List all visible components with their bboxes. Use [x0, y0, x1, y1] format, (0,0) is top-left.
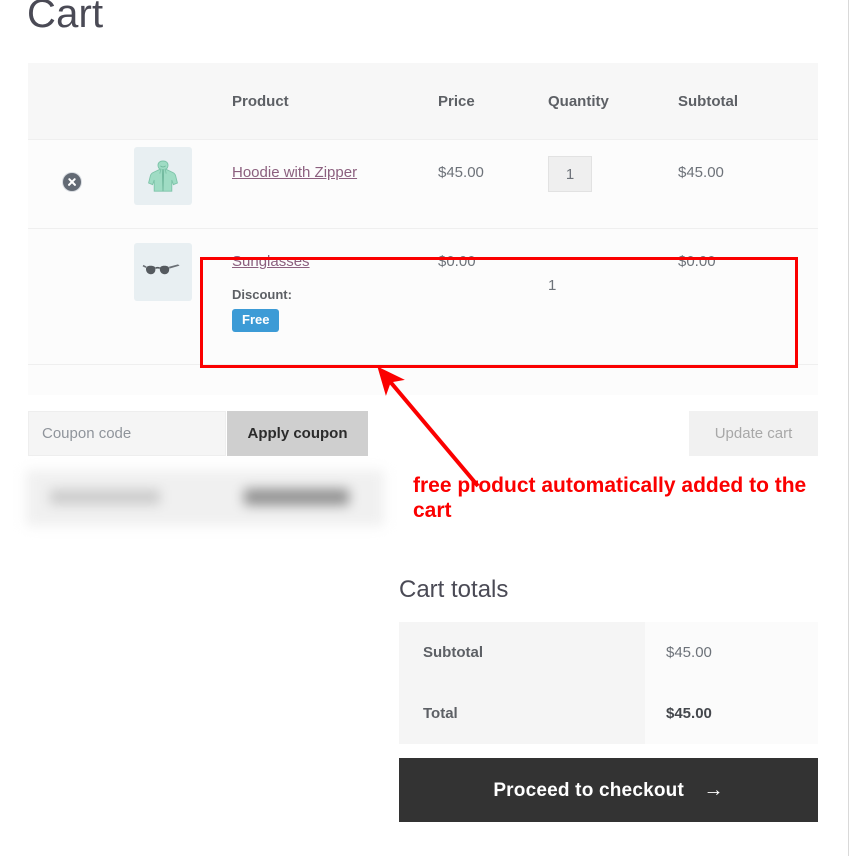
totals-value-total: $45.00 — [645, 683, 818, 744]
redacted-text-left — [50, 490, 160, 504]
hoodie-thumbnail[interactable] — [134, 147, 192, 205]
apply-coupon-button[interactable]: Apply coupon — [227, 411, 368, 456]
sunglasses-thumbnail[interactable] — [134, 243, 192, 301]
cell-quantity: 1 — [548, 139, 678, 229]
cart-table: Product Price Quantity Subtotal Hoodie w… — [28, 63, 818, 395]
table-row: Hoodie with Zipper $45.00 1 $45.00 — [28, 139, 818, 229]
price-value: $0.00 — [438, 253, 476, 270]
annotation-text: free product automatically added to the … — [413, 474, 807, 523]
checkout-button-label: Proceed to checkout — [493, 779, 684, 801]
coupon-code-input[interactable] — [28, 411, 226, 456]
cart-totals-table: Subtotal $45.00 Total $45.00 — [399, 622, 818, 744]
remove-circle-x-icon[interactable] — [63, 173, 81, 191]
cell-thumbnail — [110, 228, 232, 365]
price-value: $45.00 — [438, 164, 484, 181]
totals-label-total: Total — [399, 683, 645, 744]
cell-subtotal: $0.00 — [678, 228, 818, 365]
page-title: Cart — [27, 0, 104, 36]
arrow-right-icon: → — [703, 778, 724, 801]
totals-row-total: Total $45.00 — [399, 683, 818, 744]
totals-value-subtotal: $45.00 — [645, 622, 818, 683]
cart-table-header-row: Product Price Quantity Subtotal — [28, 63, 818, 140]
cell-remove — [28, 139, 110, 229]
coupon-row-cell — [28, 364, 818, 395]
subtotal-value: $0.00 — [678, 253, 716, 270]
cell-subtotal: $45.00 — [678, 139, 818, 229]
quantity-value: 1 — [548, 277, 557, 294]
proceed-to-checkout-button[interactable]: Proceed to checkout → — [399, 758, 818, 822]
cell-product: Sunglasses Discount: Free — [232, 228, 438, 365]
cart-totals-title: Cart totals — [399, 576, 509, 603]
header-subtotal: Subtotal — [678, 63, 818, 140]
cart-table-head: Product Price Quantity Subtotal — [28, 63, 818, 140]
redacted-strip — [26, 470, 384, 526]
header-quantity: Quantity — [548, 63, 678, 140]
redacted-text-right — [244, 489, 349, 505]
cell-thumbnail — [110, 139, 232, 229]
cart-table-body: Hoodie with Zipper $45.00 1 $45.00 Sungl… — [28, 139, 818, 395]
totals-row-subtotal: Subtotal $45.00 — [399, 622, 818, 683]
header-product: Product — [232, 63, 438, 140]
quantity-input[interactable]: 1 — [548, 156, 592, 192]
table-row: Sunglasses Discount: Free $0.00 1 $0.00 — [28, 228, 818, 365]
cell-remove — [28, 228, 110, 365]
totals-label-subtotal: Subtotal — [399, 622, 645, 683]
cell-price: $45.00 — [438, 139, 548, 229]
discount-label: Discount: — [232, 287, 292, 302]
status-badge-free: Free — [232, 309, 280, 332]
cell-price: $0.00 — [438, 228, 548, 365]
subtotal-value: $45.00 — [678, 164, 724, 181]
header-remove — [28, 63, 110, 140]
header-thumbnail — [110, 63, 232, 140]
cell-quantity: 1 — [548, 228, 678, 365]
update-cart-button[interactable]: Update cart — [689, 411, 818, 456]
cell-product: Hoodie with Zipper — [232, 139, 438, 229]
product-link-hoodie[interactable]: Hoodie with Zipper — [232, 164, 357, 181]
product-link-sunglasses[interactable]: Sunglasses — [232, 253, 310, 270]
coupon-row — [28, 364, 818, 395]
header-price: Price — [438, 63, 548, 140]
